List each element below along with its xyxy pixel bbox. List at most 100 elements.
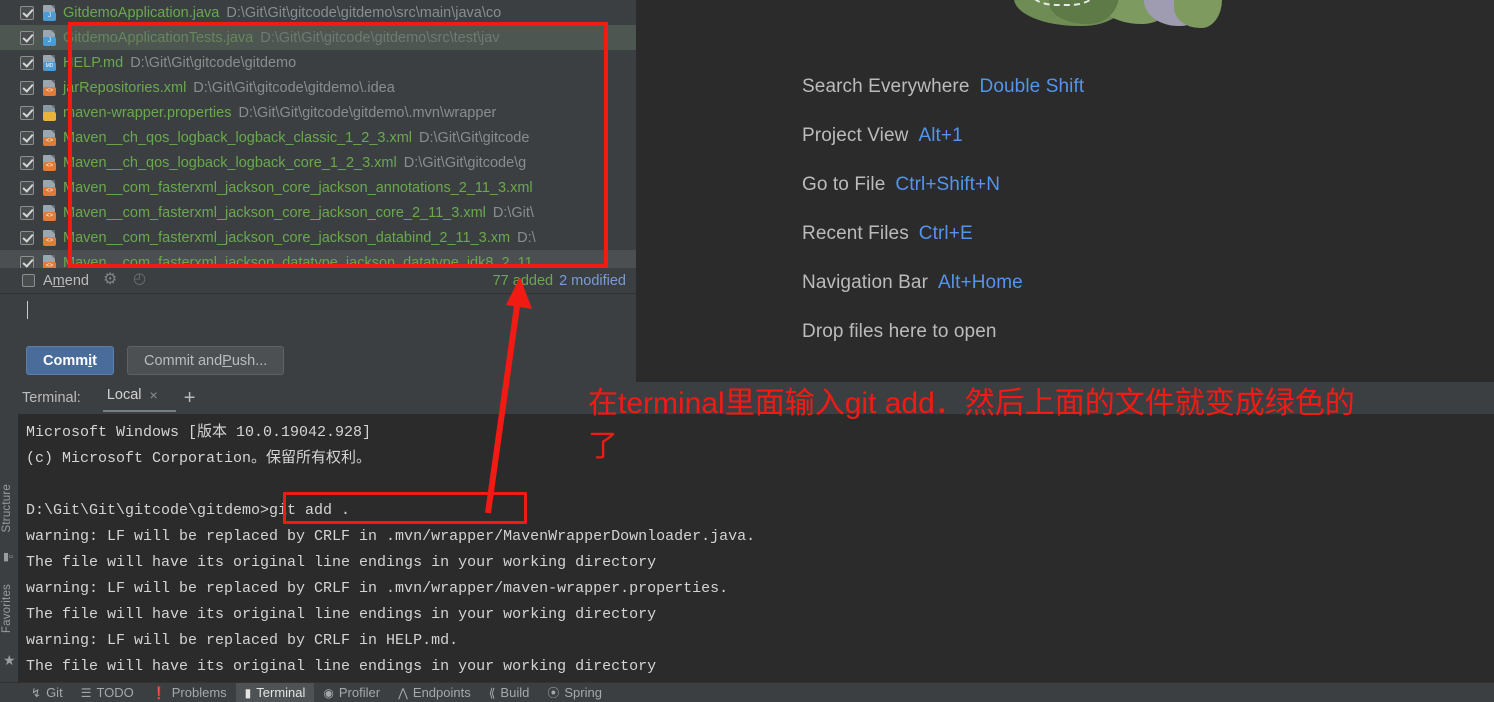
commit-actions: Comm i t Commit and Push... — [26, 346, 285, 375]
file-path: D:\Git\Git\gitcode\g — [403, 154, 527, 171]
file-name: Maven__ch_qos_logback_logback_core_1_2_3… — [63, 154, 397, 171]
commit-button[interactable]: Comm i t — [26, 346, 114, 375]
modified-count: 2 modified — [559, 272, 626, 289]
file-checkbox[interactable] — [20, 255, 34, 268]
status-item-label: Problems — [171, 685, 227, 700]
table-row[interactable]: <> Maven__ch_qos_logback_logback_classic… — [0, 125, 636, 150]
table-row[interactable]: <> Maven__com_fasterxml_jackson_core_jac… — [0, 225, 636, 250]
table-row[interactable]: J GitdemoApplicationTests.java D:\Git\Gi… — [0, 25, 636, 50]
file-checkbox[interactable] — [20, 130, 34, 145]
left-tool-stripe: Structure ▮▫ Favorites ★ — [0, 414, 18, 682]
status-item-git[interactable]: ↯ Git — [22, 683, 72, 702]
file-checkbox[interactable] — [20, 80, 34, 95]
amend-checkbox[interactable] — [22, 274, 35, 287]
shortcut-row: Project View Alt+1 — [802, 111, 1462, 160]
table-row[interactable]: J GitdemoApplication.java D:\Git\Git\git… — [0, 0, 636, 25]
file-name: jarRepositories.xml — [63, 79, 187, 96]
file-checkbox[interactable] — [20, 5, 34, 20]
gear-icon[interactable] — [103, 269, 119, 289]
shortcut-row: Go to File Ctrl+Shift+N — [802, 160, 1462, 209]
terminal-line: The file will have its original line end… — [26, 658, 657, 675]
change-counts: 77 added 2 modified — [493, 273, 636, 289]
file-path: D:\Git\Git\gitcode\gitdemo\.mvn\wrapper — [238, 104, 497, 121]
sidebar-item-favorites[interactable]: Favorites — [1, 584, 13, 633]
file-name: GitdemoApplication.java — [63, 4, 220, 21]
hammer-icon: ⟪ — [488, 685, 496, 700]
drop-files-label: Drop files here to open — [802, 320, 997, 342]
table-row[interactable]: <> jarRepositories.xml D:\Git\Git\gitcod… — [0, 75, 636, 100]
profiler-icon: ◉ — [323, 685, 334, 700]
status-item-label: Terminal — [256, 685, 306, 700]
xml-file-icon: <> — [41, 204, 57, 221]
status-item-terminal[interactable]: ▮ Terminal — [235, 682, 315, 702]
table-row[interactable]: <> Maven__ch_qos_logback_logback_core_1_… — [0, 150, 636, 175]
amend-label: Amend — [43, 272, 89, 289]
clock-icon[interactable] — [133, 269, 149, 289]
commit-and-push-button[interactable]: Commit and Push... — [127, 346, 285, 375]
terminal-line: The file will have its original line end… — [26, 606, 657, 623]
file-name: Maven__com_fasterxml_jackson_datatype_ja… — [63, 254, 533, 269]
file-name: Maven__com_fasterxml_jackson_core_jackso… — [63, 204, 486, 221]
file-checkbox[interactable] — [20, 30, 34, 45]
amend-toolbar: Amend 77 added 2 modified — [0, 268, 636, 294]
file-path: D:\Git\Git\gitcode\gitdemo — [130, 54, 297, 71]
file-name: maven-wrapper.properties — [63, 104, 232, 121]
git-branch-icon: ↯ — [31, 685, 42, 700]
table-row[interactable]: <> Maven__com_fasterxml_jackson_core_jac… — [0, 175, 636, 200]
shortcut-label: Recent Files — [802, 222, 909, 244]
text-caret — [27, 301, 28, 319]
status-item-endpoints[interactable]: ⋀ Endpoints — [389, 683, 480, 702]
terminal-line: warning: LF will be replaced by CRLF in … — [26, 632, 459, 649]
annotation-text: 在terminal里面输入git add．然后上面的文件就变成绿色的 了 — [588, 382, 1488, 468]
xml-file-icon: <> — [41, 254, 57, 268]
java-file-icon: J — [41, 4, 57, 21]
file-checkbox[interactable] — [20, 155, 34, 170]
file-checkbox[interactable] — [20, 55, 34, 70]
structure-icon: ▮▫ — [3, 551, 13, 563]
annotation-line-1: 在terminal里面输入git add．然后上面的文件就变成绿色的 — [588, 387, 1355, 420]
drop-files-hint: Drop files here to open — [802, 307, 1462, 356]
endpoints-icon: ⋀ — [398, 685, 408, 700]
terminal-line: The file will have its original line end… — [26, 554, 657, 571]
file-name: Maven__com_fasterxml_jackson_core_jackso… — [63, 229, 511, 246]
file-name: Maven__ch_qos_logback_logback_classic_1_… — [63, 129, 413, 146]
annotation-line-2: 了 — [588, 430, 618, 463]
status-bar: ↯ Git ☰ TODO ❗ Problems ▮ Terminal ◉ Pro… — [0, 682, 1494, 702]
file-checkbox[interactable] — [20, 180, 34, 195]
table-row[interactable]: maven-wrapper.properties D:\Git\Git\gitc… — [0, 100, 636, 125]
shortcut-key: Alt+1 — [918, 124, 963, 146]
status-item-spring[interactable]: ⦿ Spring — [538, 683, 611, 702]
sidebar-item-structure[interactable]: Structure — [1, 484, 13, 532]
status-item-label: Git — [46, 685, 63, 700]
close-icon[interactable]: × — [150, 387, 158, 403]
shortcut-row: Recent Files Ctrl+E — [802, 209, 1462, 258]
changed-files-list[interactable]: J GitdemoApplication.java D:\Git\Git\git… — [0, 0, 636, 268]
file-checkbox[interactable] — [20, 230, 34, 245]
status-item-profiler[interactable]: ◉ Profiler — [314, 683, 389, 702]
status-item-problems[interactable]: ❗ Problems — [143, 683, 236, 702]
commit-message-input[interactable] — [0, 295, 636, 339]
terminal-icon: ▮ — [244, 685, 252, 700]
terminal-label: Terminal: — [22, 390, 81, 406]
file-path: D:\Git\Git\gitcode\gitdemo\src\main\java… — [226, 4, 502, 21]
status-item-label: Endpoints — [412, 685, 471, 700]
file-checkbox[interactable] — [20, 105, 34, 120]
add-terminal-icon[interactable]: + — [184, 388, 196, 408]
table-row[interactable]: <> Maven__com_fasterxml_jackson_datatype… — [0, 250, 636, 268]
xml-file-icon: <> — [41, 129, 57, 146]
list-icon: ☰ — [80, 685, 92, 700]
shortcut-label: Navigation Bar — [802, 271, 929, 293]
shortcut-hints-list: Search Everywhere Double Shift Project V… — [802, 62, 1462, 356]
status-item-build[interactable]: ⟪ Build — [480, 683, 539, 702]
status-item-todo[interactable]: ☰ TODO — [72, 683, 143, 702]
file-name: Maven__com_fasterxml_jackson_core_jackso… — [63, 179, 533, 196]
table-row[interactable]: <> Maven__com_fasterxml_jackson_core_jac… — [0, 200, 636, 225]
file-path: D:\Git\ — [492, 204, 534, 221]
table-row[interactable]: MD HELP.md D:\Git\Git\gitcode\gitdemo — [0, 50, 636, 75]
decorative-plant-image — [1004, 0, 1226, 30]
shortcut-label: Project View — [802, 124, 909, 146]
terminal-tab-local[interactable]: Local × — [102, 387, 176, 412]
file-path: D:\Git\Git\gitcode — [419, 129, 530, 146]
file-checkbox[interactable] — [20, 205, 34, 220]
